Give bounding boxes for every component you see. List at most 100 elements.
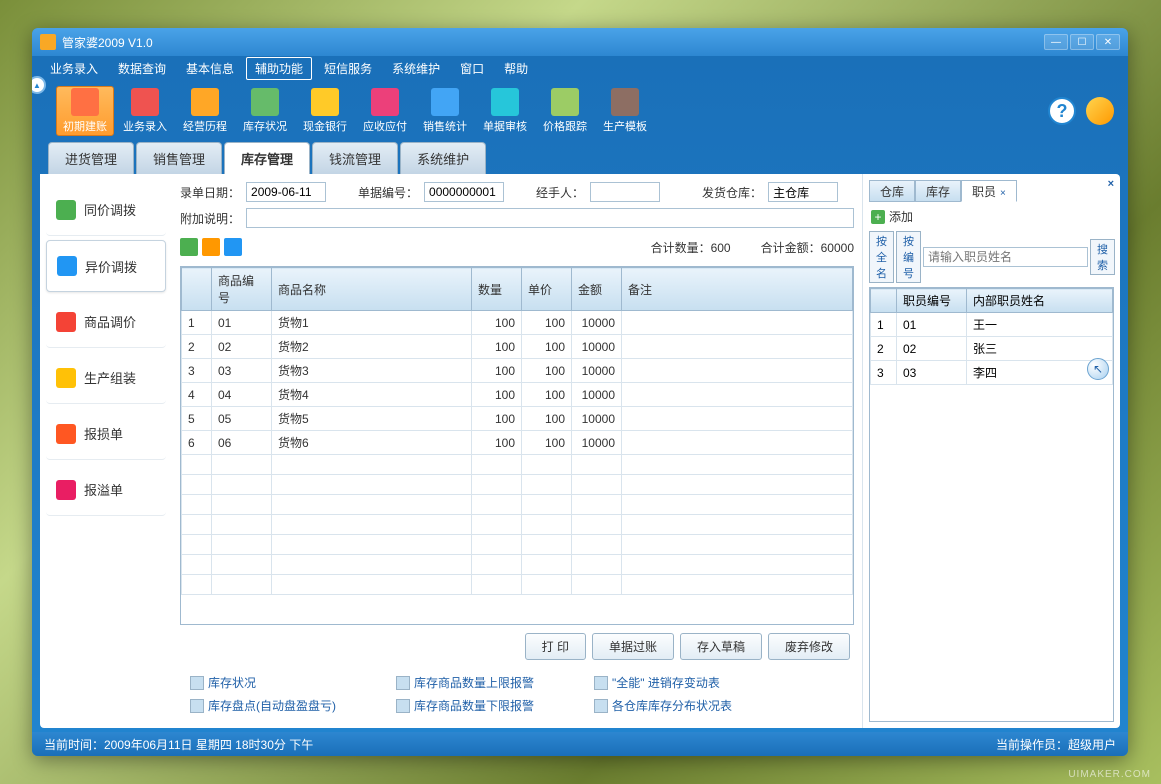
grid-icon-3[interactable] — [224, 238, 242, 256]
toolbar-6[interactable]: 销售统计 — [416, 86, 474, 136]
search-by-name-button[interactable]: 按全名 — [869, 231, 894, 283]
sidebar-item-5[interactable]: 报溢单 — [46, 464, 166, 516]
main-tab-4[interactable]: 系统维护 — [400, 142, 486, 174]
action-button-1[interactable]: 单据过账 — [592, 633, 674, 660]
search-input[interactable] — [923, 247, 1088, 267]
warehouse-input[interactable] — [768, 182, 838, 202]
bill-input[interactable] — [424, 182, 504, 202]
action-button-2[interactable]: 存入草稿 — [680, 633, 762, 660]
toolbar-8[interactable]: 价格跟踪 — [536, 86, 594, 136]
link-2-1[interactable]: 各仓库库存分布状况表 — [594, 697, 732, 714]
grid-icon-2[interactable] — [202, 238, 220, 256]
main-tab-1[interactable]: 销售管理 — [136, 142, 222, 174]
table-row[interactable]: 101货物110010010000 — [182, 311, 853, 335]
table-row[interactable]: 303货物310010010000 — [182, 359, 853, 383]
toolbar-0[interactable]: 初期建账 — [56, 86, 114, 136]
right-tabs: 仓库库存职员× — [869, 180, 1114, 202]
link-1-1[interactable]: 库存商品数量下限报警 — [396, 697, 534, 714]
sidebar-item-3[interactable]: 生产组装 — [46, 352, 166, 404]
menu-7[interactable]: 帮助 — [496, 58, 536, 79]
table-row[interactable]: 606货物610010010000 — [182, 431, 853, 455]
toolbar-icon-0 — [71, 88, 99, 116]
minimize-button[interactable]: — — [1044, 34, 1068, 50]
table-row[interactable] — [182, 535, 853, 555]
search-by-no-button[interactable]: 按编号 — [896, 231, 921, 283]
menu-1[interactable]: 数据查询 — [110, 58, 174, 79]
menu-5[interactable]: 系统维护 — [384, 58, 448, 79]
grid-icon-1[interactable] — [180, 238, 198, 256]
menu-0[interactable]: 业务录入 — [42, 58, 106, 79]
date-input[interactable] — [246, 182, 326, 202]
menu-4[interactable]: 短信服务 — [316, 58, 380, 79]
toolbar-5[interactable]: 应收应付 — [356, 86, 414, 136]
menu-2[interactable]: 基本信息 — [178, 58, 242, 79]
table-row[interactable] — [182, 515, 853, 535]
remark-input[interactable] — [246, 208, 854, 228]
link-0-1[interactable]: 库存盘点(自动盘盈盘亏) — [190, 697, 336, 714]
table-row[interactable]: 202货物210010010000 — [182, 335, 853, 359]
maximize-button[interactable]: ☐ — [1070, 34, 1094, 50]
action-button-3[interactable]: 废弃修改 — [768, 633, 850, 660]
link-2-0[interactable]: "全能" 进销存变动表 — [594, 674, 732, 691]
sidebar-icon-5 — [56, 480, 76, 500]
action-button-0[interactable]: 打 印 — [525, 633, 586, 660]
link-0-0[interactable]: 库存状况 — [190, 674, 336, 691]
table-row[interactable] — [182, 475, 853, 495]
right-grid-header-0[interactable] — [871, 289, 897, 313]
panel-close-icon[interactable]: × — [1108, 178, 1114, 190]
table-row[interactable]: 101王一 — [871, 313, 1113, 337]
sidebar-icon-3 — [56, 368, 76, 388]
right-grid-header-2[interactable]: 内部职员姓名 — [967, 289, 1113, 313]
right-tab-2[interactable]: 职员× — [961, 180, 1017, 202]
toolbar-4[interactable]: 现金银行 — [296, 86, 354, 136]
grid-header-6[interactable]: 备注 — [622, 268, 853, 311]
tab-close-icon[interactable]: × — [1000, 188, 1006, 199]
right-tab-0[interactable]: 仓库 — [869, 180, 915, 202]
right-tab-1[interactable]: 库存 — [915, 180, 961, 202]
grid-header-3[interactable]: 数量 — [472, 268, 522, 311]
toolbar-1[interactable]: 业务录入 — [116, 86, 174, 136]
menu-6[interactable]: 窗口 — [452, 58, 492, 79]
sidebar-item-1[interactable]: 异价调拨 — [46, 240, 166, 292]
main-tab-2[interactable]: 库存管理 — [224, 142, 310, 174]
grid-header-5[interactable]: 金额 — [572, 268, 622, 311]
toolbar-7[interactable]: 单据审核 — [476, 86, 534, 136]
grid-header-4[interactable]: 单价 — [522, 268, 572, 311]
help-icon[interactable]: ? — [1048, 97, 1076, 125]
toolbar-3[interactable]: 库存状况 — [236, 86, 294, 136]
grid-header-2[interactable]: 商品名称 — [272, 268, 472, 311]
table-row[interactable]: 202张三 — [871, 337, 1113, 361]
table-row[interactable] — [182, 575, 853, 595]
data-grid[interactable]: 商品编号商品名称数量单价金额备注101货物110010010000202货物21… — [180, 266, 854, 625]
add-button[interactable]: + 添加 — [869, 202, 1114, 231]
link-1-0[interactable]: 库存商品数量上限报警 — [396, 674, 534, 691]
search-button[interactable]: 搜索 — [1090, 239, 1115, 275]
handler-input[interactable] — [590, 182, 660, 202]
toolbar-9[interactable]: 生产模板 — [596, 86, 654, 136]
main-tab-3[interactable]: 钱流管理 — [312, 142, 398, 174]
table-row[interactable] — [182, 455, 853, 475]
table-row[interactable]: 505货物510010010000 — [182, 407, 853, 431]
toolbar-icon-6 — [431, 88, 459, 116]
table-row[interactable] — [182, 495, 853, 515]
grid-header-0[interactable] — [182, 268, 212, 311]
menu-3[interactable]: 辅助功能 — [246, 57, 312, 80]
table-row[interactable]: 404货物410010010000 — [182, 383, 853, 407]
main-tab-0[interactable]: 进货管理 — [48, 142, 134, 174]
sidebar-item-2[interactable]: 商品调价 — [46, 296, 166, 348]
toolbar-collapse-icon[interactable]: ▲ — [32, 76, 46, 94]
employee-grid[interactable]: 职员编号内部职员姓名101王一202张三303李四 ↖ — [869, 287, 1114, 722]
close-button[interactable]: ✕ — [1096, 34, 1120, 50]
sidebar-item-0[interactable]: 同价调拨 — [46, 184, 166, 236]
table-row[interactable] — [182, 555, 853, 575]
logo-icon[interactable] — [1086, 97, 1114, 125]
table-row[interactable]: 303李四 — [871, 361, 1113, 385]
sidebar-item-4[interactable]: 报损单 — [46, 408, 166, 460]
toolbar-icon-4 — [311, 88, 339, 116]
toolbar-2[interactable]: 经营历程 — [176, 86, 234, 136]
right-grid-header-1[interactable]: 职员编号 — [897, 289, 967, 313]
link-icon — [396, 676, 410, 690]
grid-header-1[interactable]: 商品编号 — [212, 268, 272, 311]
toolbar-icon-3 — [251, 88, 279, 116]
sum-amt: 60000 — [821, 241, 854, 255]
